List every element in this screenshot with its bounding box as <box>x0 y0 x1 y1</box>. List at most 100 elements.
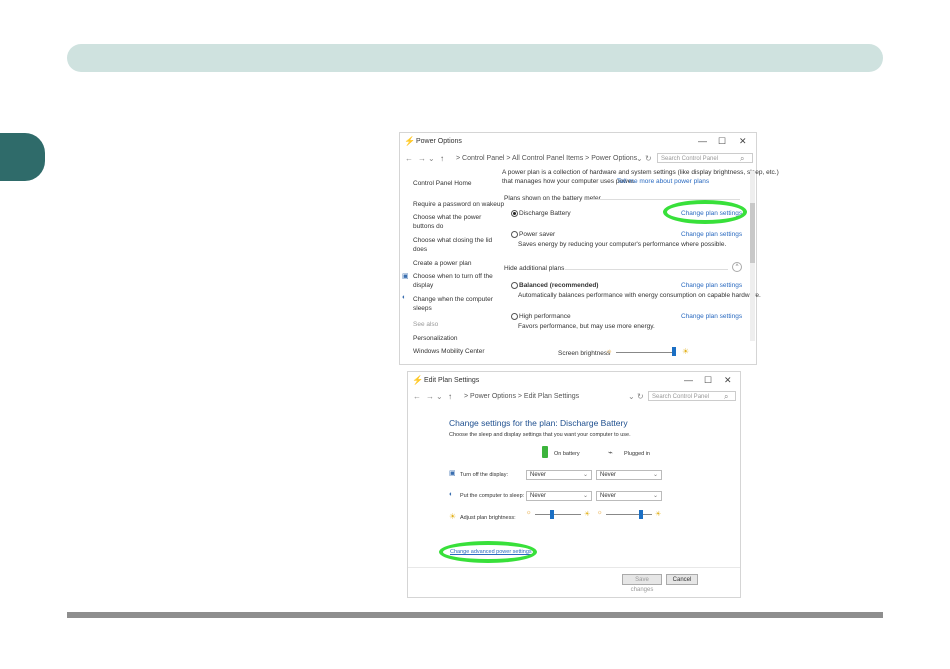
intro-text: A power plan is a collection of hardware… <box>502 169 779 176</box>
sun-small-icon: ☼ <box>597 510 603 516</box>
select-value: Never <box>600 493 617 499</box>
change-plan-settings-link-balanced[interactable]: Change plan settings <box>681 282 742 289</box>
close-button[interactable]: ✕ <box>739 136 747 147</box>
sun-large-icon: ☀ <box>584 511 591 518</box>
sidebar-item-lid-2[interactable]: does <box>413 246 427 253</box>
plan-name-balanced[interactable]: Balanced (recommended) <box>519 282 598 289</box>
address-bar[interactable]: > Power Options > Edit Plan Settings <box>464 393 579 400</box>
address-dropdown-icon[interactable]: ⌄ <box>628 392 635 401</box>
see-also-heading: See also <box>413 321 439 328</box>
column-plugged-in: Plugged in <box>624 451 650 457</box>
display-plugged-select[interactable]: Never ⌄ <box>596 470 662 480</box>
sleep-battery-select[interactable]: Never ⌄ <box>526 491 592 501</box>
sleep-plugged-select[interactable]: Never ⌄ <box>596 491 662 501</box>
refresh-icon[interactable]: ↻ <box>645 154 652 163</box>
sun-small-icon: ☼ <box>606 348 613 355</box>
screen-brightness-label: Screen brightness <box>558 350 611 357</box>
sidebar-item-create-plan[interactable]: Create a power plan <box>413 260 472 267</box>
cancel-button[interactable]: Cancel <box>666 574 698 585</box>
row-label-display: Turn off the display: <box>460 472 508 478</box>
chevron-down-icon: ⌄ <box>652 472 658 478</box>
up-arrow-icon[interactable]: ↑ <box>448 392 452 401</box>
save-changes-button[interactable]: Save changes <box>622 574 662 593</box>
recent-chevron-icon[interactable]: ⌄ <box>436 392 443 401</box>
plan-desc-power-saver: Saves energy by reducing your computer's… <box>518 241 727 248</box>
brightness-icon: ☀ <box>449 512 457 521</box>
power-options-icon: ⚡ <box>404 136 416 146</box>
plan-radio-discharge[interactable] <box>511 210 518 217</box>
edit-plan-settings-window: ⚡ Edit Plan Settings — ☐ ✕ ← → ⌄ ↑ > Pow… <box>407 371 741 598</box>
maximize-button[interactable]: ☐ <box>704 375 712 386</box>
sidebar-item-personalization[interactable]: Personalization <box>413 335 457 342</box>
recent-chevron-icon[interactable]: ⌄ <box>428 154 435 163</box>
screen-brightness-slider[interactable] <box>616 352 676 353</box>
search-icon: ⌕ <box>724 392 729 401</box>
plan-desc-high-performance: Favors performance, but may use more ene… <box>518 323 655 330</box>
sidebar-item-lid[interactable]: Choose what closing the lid <box>413 237 492 244</box>
close-button[interactable]: ✕ <box>724 375 732 386</box>
sidebar-item-display[interactable]: Choose when to turn off the <box>413 273 493 280</box>
back-arrow-icon[interactable]: ← <box>405 154 413 163</box>
chevron-down-icon: ⌄ <box>652 493 658 499</box>
sidebar-item-power-buttons[interactable]: Choose what the power <box>413 214 481 221</box>
plan-radio-balanced[interactable] <box>511 282 518 289</box>
highlight-ellipse <box>663 200 747 224</box>
sleep-icon: ◐ <box>449 491 454 498</box>
row-label-sleep: Put the computer to sleep: <box>460 493 525 499</box>
select-value: Never <box>600 472 617 478</box>
sidebar-item-mobility-center[interactable]: Windows Mobility Center <box>413 348 485 355</box>
plan-name-discharge[interactable]: Discharge Battery <box>519 210 571 217</box>
plan-radio-high-performance[interactable] <box>511 313 518 320</box>
plug-icon: ⌁ <box>608 448 613 457</box>
collapse-chevron-icon[interactable]: ^ <box>732 262 742 272</box>
sidebar-item-password[interactable]: Require a password on wakeup <box>413 201 504 208</box>
plan-name-power-saver[interactable]: Power saver <box>519 231 555 238</box>
sidebar-item-sleep-2[interactable]: sleeps <box>413 305 432 312</box>
select-value: Never <box>530 472 547 478</box>
screen-brightness-knob[interactable] <box>672 347 676 356</box>
minimize-button[interactable]: — <box>698 136 707 146</box>
change-plan-settings-link-high-performance[interactable]: Change plan settings <box>681 313 742 320</box>
search-input[interactable]: Search Control Panel <box>657 153 753 163</box>
minimize-button[interactable]: — <box>684 375 693 385</box>
sidebar-item-display-2[interactable]: display <box>413 282 433 289</box>
display-icon: ▣ <box>449 470 456 477</box>
address-dropdown-icon[interactable]: ⌄ <box>636 154 643 163</box>
sun-small-icon: ☼ <box>526 510 532 516</box>
up-arrow-icon[interactable]: ↑ <box>440 154 444 163</box>
battery-meter-heading: Plans shown on the battery meter <box>504 195 601 202</box>
plan-desc-balanced: Automatically balances performance with … <box>518 292 761 299</box>
search-icon: ⌕ <box>740 154 745 163</box>
power-plans-help-link[interactable]: Tell me more about power plans <box>617 178 709 185</box>
display-icon: ▣ <box>402 273 409 280</box>
address-bar[interactable]: > Control Panel > All Control Panel Item… <box>456 155 637 162</box>
display-battery-select[interactable]: Never ⌄ <box>526 470 592 480</box>
header-bar <box>67 44 883 72</box>
column-on-battery: On battery <box>554 451 580 457</box>
forward-arrow-icon[interactable]: → <box>426 392 434 401</box>
back-arrow-icon[interactable]: ← <box>413 392 421 401</box>
plan-radio-power-saver[interactable] <box>511 231 518 238</box>
forward-arrow-icon[interactable]: → <box>418 154 426 163</box>
select-value: Never <box>530 493 547 499</box>
sidebar-item-power-buttons-2[interactable]: buttons do <box>413 223 443 230</box>
page-subheading: Choose the sleep and display settings th… <box>449 432 631 438</box>
page-heading: Change settings for the plan: Discharge … <box>449 418 628 428</box>
footer-rule <box>67 612 883 618</box>
brightness-plugged-slider[interactable] <box>606 514 652 515</box>
brightness-battery-slider[interactable] <box>535 514 581 515</box>
refresh-icon[interactable]: ↻ <box>637 392 644 401</box>
additional-plans-heading[interactable]: Hide additional plans <box>504 265 564 272</box>
battery-icon <box>542 446 548 458</box>
brightness-plugged-knob[interactable] <box>638 510 643 519</box>
maximize-button[interactable]: ☐ <box>718 136 726 147</box>
search-input[interactable]: Search Control Panel <box>648 391 736 401</box>
brightness-battery-knob[interactable] <box>550 510 555 519</box>
scrollbar-thumb[interactable] <box>750 203 755 263</box>
sidebar-item-home[interactable]: Control Panel Home <box>413 180 472 187</box>
sun-large-icon: ☀ <box>682 347 690 356</box>
change-plan-settings-link-power-saver[interactable]: Change plan settings <box>681 231 742 238</box>
sidebar-item-sleep[interactable]: Change when the computer <box>413 296 493 303</box>
highlight-ellipse <box>439 541 537 563</box>
plan-name-high-performance[interactable]: High performance <box>519 313 571 320</box>
